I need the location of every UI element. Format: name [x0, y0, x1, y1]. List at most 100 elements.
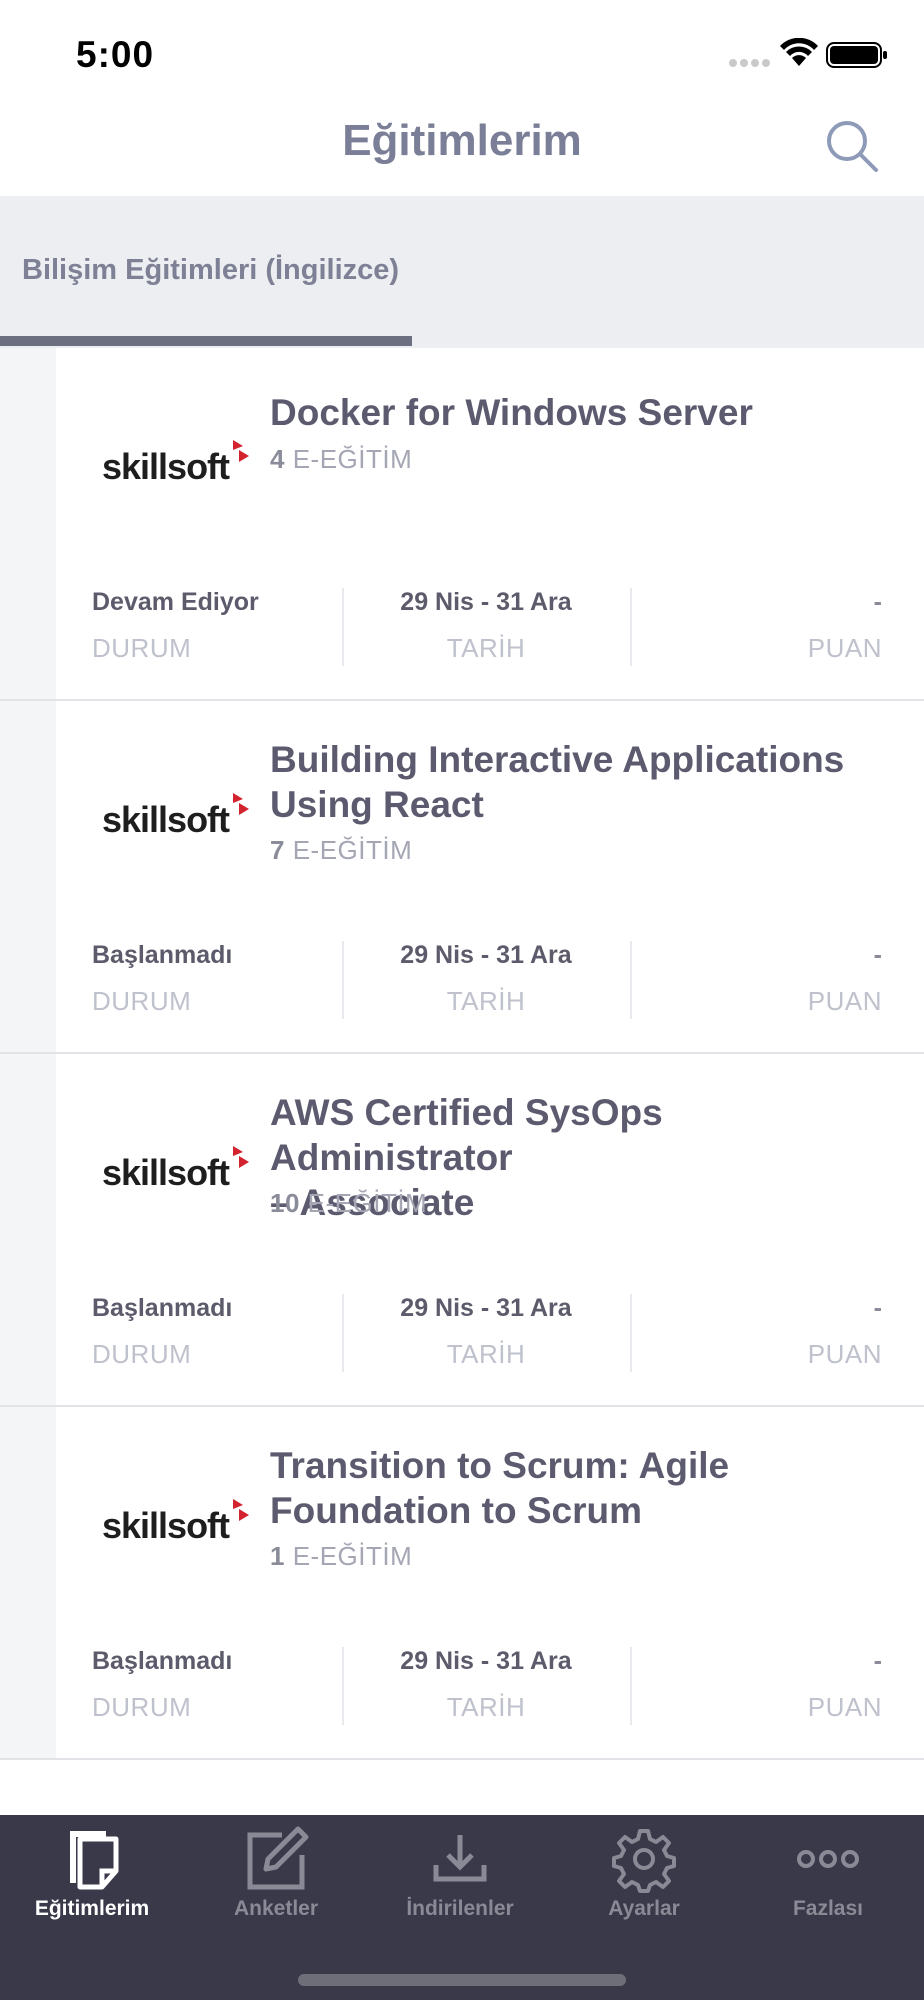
course-title-line: Using React: [270, 784, 484, 825]
skillsoft-logo: skillsoft: [102, 793, 251, 841]
status-label: DURUM: [92, 1692, 192, 1722]
status-stat: Başlanmadı DURUM: [92, 941, 232, 1019]
signal-icon: [729, 59, 770, 67]
date-label: TARİH: [446, 1339, 526, 1369]
course-count: 7 E-EĞİTİM: [270, 835, 412, 866]
status-value: Devam Ediyor: [92, 588, 259, 616]
download-icon: [433, 1835, 487, 1882]
nav-egitimlerim[interactable]: Eğitimlerim: [0, 1815, 184, 1945]
status-label: DURUM: [92, 1339, 192, 1369]
course-card[interactable]: skillsoft Docker for Windows Server 4 E-…: [0, 348, 924, 701]
date-stat: 29 Nis - 31 Ara TARİH: [342, 1647, 630, 1725]
stat-divider: [630, 941, 632, 1019]
score-value: -: [873, 941, 882, 969]
status-stat: Devam Ediyor DURUM: [92, 588, 259, 666]
score-stat: - PUAN: [808, 1294, 882, 1372]
wifi-icon: [780, 38, 818, 66]
course-card[interactable]: skillsoft Transition to Scrum: Agile Fou…: [0, 1407, 924, 1760]
skillsoft-mark-icon: [233, 440, 250, 462]
date-value: 29 Nis - 31 Ara: [400, 941, 572, 969]
course-count: 4 E-EĞİTİM: [270, 444, 412, 475]
stat-divider: [630, 588, 632, 666]
nav-fazlasi[interactable]: Fazlası: [736, 1815, 920, 1945]
course-title: Transition to Scrum: Agile Foundation to…: [270, 1443, 900, 1533]
skillsoft-logo: skillsoft: [102, 1146, 251, 1194]
skillsoft-logo: skillsoft: [102, 440, 251, 488]
home-indicator: [298, 1974, 626, 1986]
skillsoft-logo: skillsoft: [102, 1499, 251, 1547]
course-count-unit: E-EĞİTİM: [292, 1541, 413, 1571]
nav-anketler[interactable]: Anketler: [184, 1815, 368, 1945]
status-value: Başlanmadı: [92, 941, 233, 969]
course-count-unit: E-EĞİTİM: [292, 835, 413, 865]
course-count-number: 10: [270, 1188, 300, 1218]
course-count-unit: E-EĞİTİM: [307, 1188, 428, 1218]
provider-name: skillsoft: [102, 446, 230, 487]
course-count-unit: E-EĞİTİM: [292, 444, 413, 474]
category-tabbar: Bilişim Eğitimleri (İngilizce): [0, 196, 924, 348]
score-stat: - PUAN: [808, 588, 882, 666]
date-stat: 29 Nis - 31 Ara TARİH: [342, 1294, 630, 1372]
battery-icon: [826, 42, 887, 68]
course-count: 1 E-EĞİTİM: [270, 1541, 412, 1572]
date-stat: 29 Nis - 31 Ara TARİH: [342, 588, 630, 666]
course-title: Building Interactive Applications Using …: [270, 737, 900, 827]
date-stat: 29 Nis - 31 Ara TARİH: [342, 941, 630, 1019]
skillsoft-mark-icon: [233, 1146, 250, 1168]
card-strip: [0, 348, 56, 699]
skillsoft-mark-icon: [233, 1499, 250, 1521]
score-value: -: [873, 588, 882, 616]
course-title: Docker for Windows Server: [270, 390, 900, 435]
nav-label: İndirilenler: [406, 1897, 514, 1920]
course-count-number: 7: [270, 835, 285, 865]
score-stat: - PUAN: [808, 1647, 882, 1725]
score-label: PUAN: [807, 633, 882, 663]
score-stat: - PUAN: [808, 941, 882, 1019]
search-icon[interactable]: [824, 118, 880, 174]
provider-name: skillsoft: [102, 799, 230, 840]
survey-icon: [247, 1826, 309, 1890]
date-label: TARİH: [446, 986, 526, 1016]
status-label: DURUM: [92, 633, 192, 663]
nav-label: Anketler: [233, 1897, 319, 1920]
score-value: -: [873, 1647, 882, 1675]
skillsoft-mark-icon: [233, 793, 250, 815]
tab-bilisim-egitimleri[interactable]: Bilişim Eğitimleri (İngilizce): [22, 254, 399, 287]
nav-ayarlar[interactable]: Ayarlar: [552, 1815, 736, 1945]
course-card[interactable]: skillsoft AWS Certified SysOps Administr…: [0, 1054, 924, 1407]
course-title-line: AWS Certified SysOps Administrator: [270, 1092, 663, 1178]
status-time: 5:00: [76, 34, 155, 75]
status-label: DURUM: [92, 986, 192, 1016]
nav-indirilenler[interactable]: İndirilenler: [368, 1815, 552, 1945]
score-value: -: [873, 1294, 882, 1322]
card-strip: [0, 1054, 56, 1405]
course-title-line: Foundation to Scrum: [270, 1490, 643, 1531]
gear-icon: [612, 1829, 676, 1893]
course-count: 10 E-EĞİTİM: [270, 1188, 427, 1219]
status-value: Başlanmadı: [92, 1294, 233, 1322]
provider-name: skillsoft: [102, 1152, 230, 1193]
provider-name: skillsoft: [102, 1505, 230, 1546]
date-value: 29 Nis - 31 Ara: [400, 1294, 572, 1322]
status-stat: Başlanmadı DURUM: [92, 1647, 232, 1725]
card-strip: [0, 1407, 56, 1758]
status-bar: 5:00: [0, 0, 924, 100]
course-title-line: Docker for Windows Server: [270, 392, 753, 433]
status-stat: Başlanmadı DURUM: [92, 1294, 232, 1372]
header: Eğitimlerim: [0, 100, 924, 196]
date-value: 29 Nis - 31 Ara: [400, 1647, 572, 1675]
course-count-number: 4: [270, 444, 285, 474]
score-label: PUAN: [807, 1339, 882, 1369]
card-strip: [0, 701, 56, 1052]
more-icon: [797, 1850, 859, 1868]
score-label: PUAN: [807, 1692, 882, 1722]
page-title: Eğitimlerim: [342, 116, 582, 165]
courses-icon: [70, 1831, 119, 1890]
nav-label: Eğitimlerim: [34, 1897, 150, 1920]
date-label: TARİH: [446, 1692, 526, 1722]
course-title-line: Transition to Scrum: Agile: [270, 1445, 730, 1486]
course-card[interactable]: skillsoft Building Interactive Applicati…: [0, 701, 924, 1054]
stat-divider: [630, 1647, 632, 1725]
bottom-tab-bar: Eğitimlerim Anketler İndirilenler Ayarla…: [0, 1815, 924, 2000]
status-value: Başlanmadı: [92, 1647, 233, 1675]
